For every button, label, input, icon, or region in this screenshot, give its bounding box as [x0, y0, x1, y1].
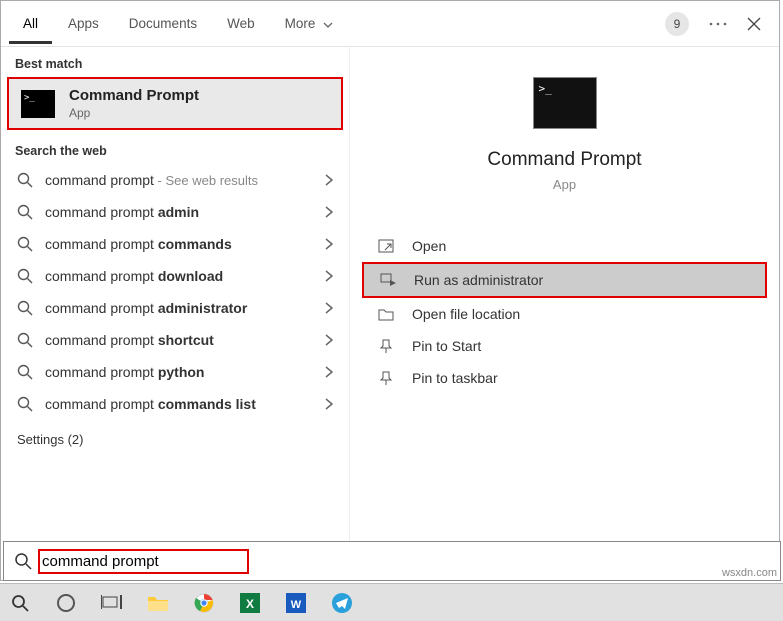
cortana-icon[interactable] — [52, 589, 80, 617]
best-match-text: Command Prompt App — [69, 87, 199, 120]
web-result-label: command prompt commands list — [45, 396, 313, 412]
telegram-icon[interactable] — [328, 589, 356, 617]
open-icon — [378, 239, 396, 253]
web-result-label: command prompt python — [45, 364, 313, 380]
preview-panel: Command Prompt App Open Run as administr… — [349, 47, 779, 580]
search-icon — [17, 204, 33, 220]
preview-sub: App — [553, 177, 576, 192]
chevron-right-icon — [325, 238, 333, 250]
svg-text:X: X — [246, 597, 254, 611]
web-result-item[interactable]: command prompt shortcut — [1, 324, 349, 356]
top-actions: 9 — [665, 12, 771, 36]
best-match-title: Command Prompt — [69, 87, 199, 104]
watermark: wsxdn.com — [722, 567, 777, 579]
action-pin-to-taskbar[interactable]: Pin to taskbar — [362, 362, 767, 394]
action-label: Pin to Start — [412, 338, 481, 354]
action-label: Open — [412, 238, 446, 254]
more-options-icon[interactable] — [709, 22, 727, 26]
pin-icon — [378, 371, 396, 385]
action-pin-to-start[interactable]: Pin to Start — [362, 330, 767, 362]
best-match-sub: App — [69, 106, 199, 120]
search-input[interactable] — [42, 553, 241, 570]
tab-all[interactable]: All — [9, 4, 52, 44]
web-result-label: command prompt shortcut — [45, 332, 313, 348]
chevron-right-icon — [325, 206, 333, 218]
web-result-label: command prompt download — [45, 268, 313, 284]
chevron-right-icon — [325, 334, 333, 346]
word-icon[interactable]: W — [282, 589, 310, 617]
tab-web[interactable]: Web — [213, 4, 269, 44]
action-label: Open file location — [412, 306, 520, 322]
web-result-label: command prompt commands — [45, 236, 313, 252]
search-icon — [17, 332, 33, 348]
web-result-item[interactable]: command prompt administrator — [1, 292, 349, 324]
results-panel: Best match Command Prompt App Search the… — [1, 47, 349, 580]
chevron-right-icon — [325, 398, 333, 410]
search-icon — [14, 552, 32, 570]
chrome-icon[interactable] — [190, 589, 218, 617]
search-icon — [17, 172, 33, 188]
action-list: Open Run as administrator Open file loca… — [362, 230, 767, 394]
search-icon — [17, 236, 33, 252]
search-icon — [17, 396, 33, 412]
taskbar: X W — [0, 583, 783, 621]
action-open[interactable]: Open — [362, 230, 767, 262]
search-bar[interactable] — [3, 541, 781, 581]
settings-results[interactable]: Settings (2) — [1, 420, 349, 459]
command-prompt-icon — [21, 90, 55, 118]
close-icon[interactable] — [747, 17, 761, 31]
chevron-right-icon — [325, 174, 333, 186]
taskbar-search-icon[interactable] — [6, 589, 34, 617]
web-result-item[interactable]: command prompt commands — [1, 228, 349, 260]
svg-text:W: W — [291, 599, 302, 611]
web-result-label: command prompt administrator — [45, 300, 313, 316]
tab-apps[interactable]: Apps — [54, 4, 113, 44]
action-label: Run as administrator — [414, 272, 543, 288]
top-bar: All Apps Documents Web More 9 — [1, 1, 779, 47]
action-open-file-location[interactable]: Open file location — [362, 298, 767, 330]
filter-tabs: All Apps Documents Web More — [9, 4, 347, 44]
chevron-right-icon — [325, 270, 333, 282]
admin-icon — [380, 273, 398, 287]
notification-count[interactable]: 9 — [665, 12, 689, 36]
web-result-item[interactable]: command prompt - See web results — [1, 164, 349, 196]
search-icon — [17, 268, 33, 284]
web-result-label: command prompt admin — [45, 204, 313, 220]
task-view-icon[interactable] — [98, 589, 126, 617]
preview-title: Command Prompt — [487, 149, 641, 171]
web-result-item[interactable]: command prompt admin — [1, 196, 349, 228]
search-input-highlight — [38, 549, 249, 574]
pin-icon — [378, 339, 396, 353]
search-web-header: Search the web — [1, 134, 349, 164]
web-results-list: command prompt - See web results command… — [1, 164, 349, 420]
best-match-header: Best match — [1, 47, 349, 77]
search-icon — [17, 300, 33, 316]
web-result-label: command prompt - See web results — [45, 172, 313, 188]
tab-documents[interactable]: Documents — [115, 4, 211, 44]
excel-icon[interactable]: X — [236, 589, 264, 617]
web-result-item[interactable]: command prompt python — [1, 356, 349, 388]
file-explorer-icon[interactable] — [144, 589, 172, 617]
search-window: All Apps Documents Web More 9 Best match — [0, 0, 780, 581]
app-preview: Command Prompt App — [362, 67, 767, 220]
web-result-item[interactable]: command prompt commands list — [1, 388, 349, 420]
action-run-as-administrator[interactable]: Run as administrator — [362, 262, 767, 298]
search-icon — [17, 364, 33, 380]
tab-more[interactable]: More — [271, 4, 348, 44]
content-area: Best match Command Prompt App Search the… — [1, 47, 779, 580]
web-result-item[interactable]: command prompt download — [1, 260, 349, 292]
chevron-right-icon — [325, 302, 333, 314]
command-prompt-icon — [533, 77, 597, 129]
chevron-right-icon — [325, 366, 333, 378]
action-label: Pin to taskbar — [412, 370, 498, 386]
best-match-result[interactable]: Command Prompt App — [7, 77, 343, 130]
folder-icon — [378, 307, 396, 321]
